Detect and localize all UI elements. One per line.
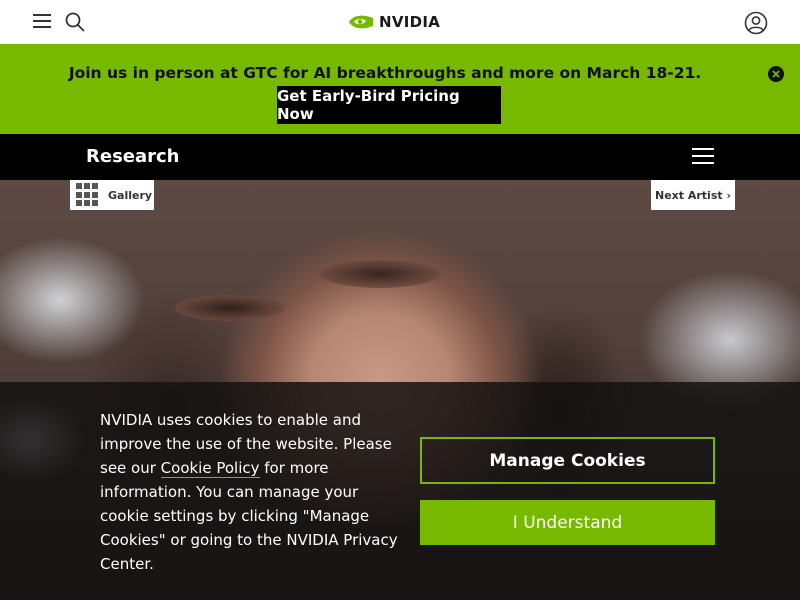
research-navigation: Research	[0, 134, 800, 180]
logo-text: NVIDIA	[379, 13, 441, 31]
gallery-label: Gallery	[108, 188, 153, 202]
early-bird-pricing-button[interactable]: Get Early-Bird Pricing Now	[277, 86, 501, 124]
gallery-button[interactable]: Gallery	[70, 180, 154, 210]
promo-banner: Join us in person at GTC for AI breakthr…	[0, 44, 800, 134]
cookie-policy-link[interactable]: Cookie Policy	[160, 459, 260, 478]
portrait-detail	[175, 295, 285, 321]
close-icon[interactable]	[768, 66, 784, 82]
cookie-banner: NVIDIA uses cookies to enable and improv…	[0, 382, 800, 600]
portrait-detail	[320, 260, 440, 288]
top-navigation: NVIDIA	[0, 0, 800, 44]
i-understand-button[interactable]: I Understand	[420, 500, 715, 545]
nvidia-logo[interactable]: NVIDIA	[348, 10, 440, 34]
manage-cookies-button[interactable]: Manage Cookies	[420, 437, 715, 484]
grid-icon	[76, 183, 100, 207]
cookie-message: NVIDIA uses cookies to enable and improv…	[100, 408, 400, 576]
search-icon[interactable]	[64, 11, 86, 33]
promo-text: Join us in person at GTC for AI breakthr…	[68, 64, 702, 82]
menu-icon[interactable]	[33, 14, 51, 30]
next-artist-button[interactable]: Next Artist ›	[651, 180, 735, 210]
nvidia-eye-icon	[349, 15, 373, 29]
account-icon[interactable]	[744, 11, 768, 35]
close-x-icon	[772, 70, 780, 78]
section-title[interactable]: Research	[86, 146, 180, 167]
hamburger-icon[interactable]	[692, 148, 714, 166]
